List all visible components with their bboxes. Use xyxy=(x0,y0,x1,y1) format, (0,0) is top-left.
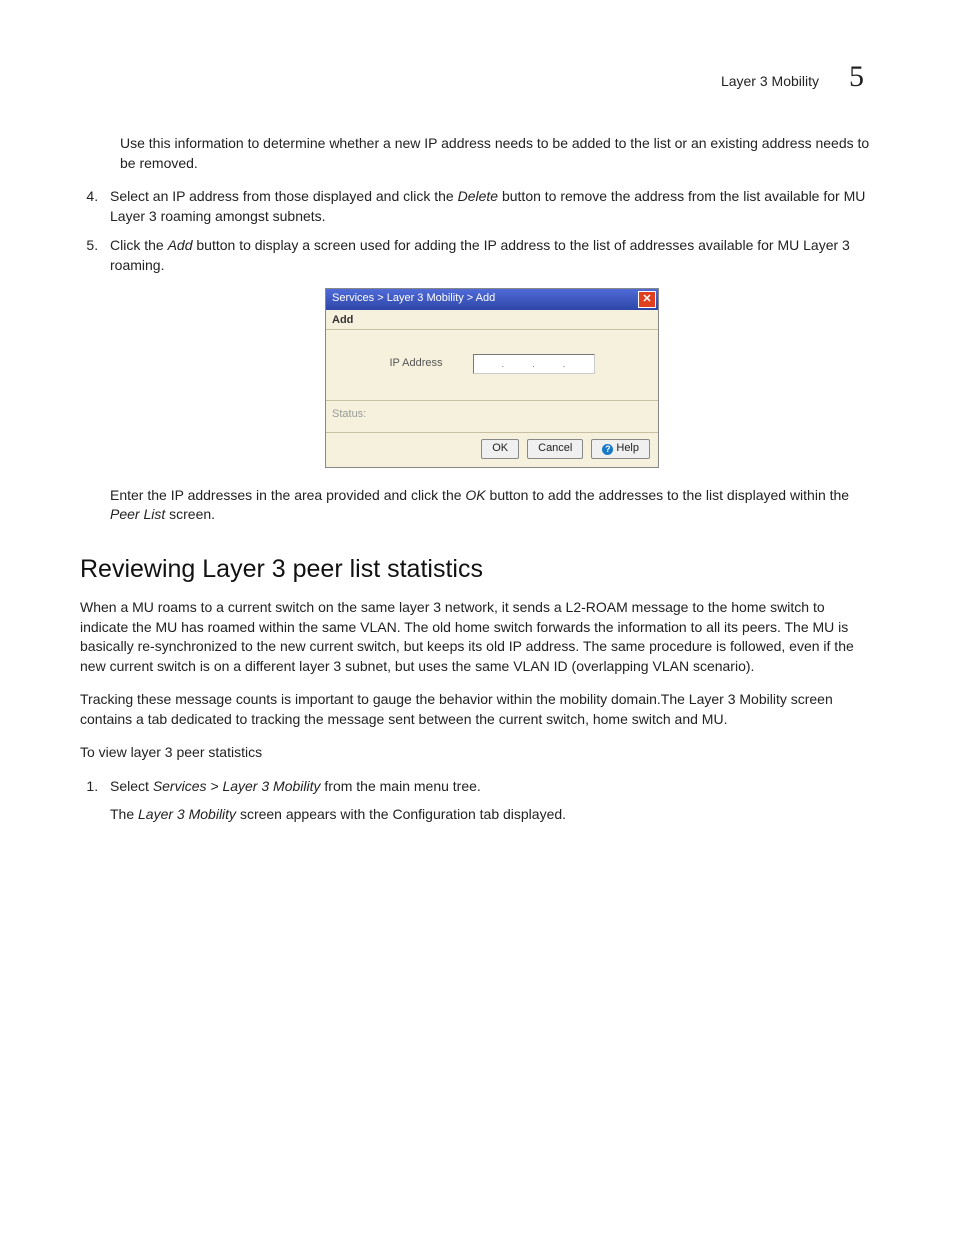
chapter-number: 5 xyxy=(849,60,864,94)
dialog-buttons: OK Cancel ? Help xyxy=(326,433,658,466)
view-steps: Select Services > Layer 3 Mobility from … xyxy=(80,777,874,824)
help-icon: ? xyxy=(602,444,613,455)
ip-address-input[interactable]: ... xyxy=(473,354,595,374)
header-title: Layer 3 Mobility xyxy=(721,73,819,89)
after-dialog-paragraph: Enter the IP addresses in the area provi… xyxy=(110,486,874,525)
add-dialog: Services > Layer 3 Mobility > Add ✕ Add … xyxy=(325,288,659,468)
section-para-2: Tracking these message counts is importa… xyxy=(80,690,874,729)
dialog-title: Services > Layer 3 Mobility > Add xyxy=(332,291,495,306)
ip-row: IP Address ... xyxy=(326,330,658,401)
dialog-titlebar: Services > Layer 3 Mobility > Add ✕ xyxy=(326,289,658,310)
step-4: Select an IP address from those displaye… xyxy=(102,187,874,226)
page-header: Layer 3 Mobility 5 xyxy=(80,60,874,94)
section-para-1: When a MU roams to a current switch on t… xyxy=(80,598,874,676)
continued-steps: Select an IP address from those displaye… xyxy=(80,187,874,525)
close-icon[interactable]: ✕ xyxy=(638,291,656,308)
help-button[interactable]: ? Help xyxy=(591,439,650,458)
section-para-3: To view layer 3 peer statistics xyxy=(80,743,874,763)
ip-address-label: IP Address xyxy=(390,356,443,371)
step-1: Select Services > Layer 3 Mobility from … xyxy=(102,777,874,824)
status-label: Status: xyxy=(326,401,658,433)
section-heading: Reviewing Layer 3 peer list statistics xyxy=(80,555,874,584)
ok-button[interactable]: OK xyxy=(481,439,519,458)
step-5: Click the Add button to display a screen… xyxy=(102,236,874,525)
cancel-button[interactable]: Cancel xyxy=(527,439,583,458)
intro-paragraph: Use this information to determine whethe… xyxy=(120,134,874,173)
dialog-section-label: Add xyxy=(326,310,658,330)
step-1-sub: The Layer 3 Mobility screen appears with… xyxy=(110,805,874,825)
